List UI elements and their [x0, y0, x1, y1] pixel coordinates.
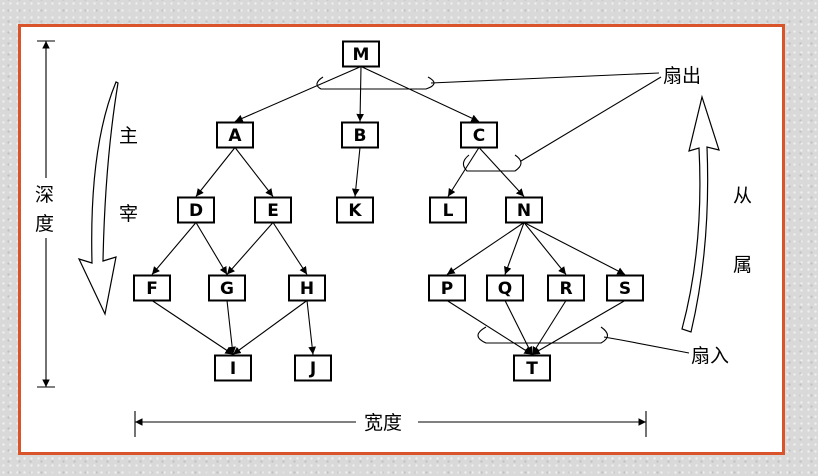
module-label-n: N [517, 201, 531, 221]
structure-chart: 深 度 宽度 主 宰 从 属 扇出 扇入 M A B C D E K L N F G H P Q R S I J T [31, 40, 752, 437]
dominant-arrow [77, 81, 119, 316]
width-label: 宽度 [364, 412, 402, 434]
depth-label-2: 度 [35, 213, 54, 235]
edge-a-d [195, 147, 236, 197]
module-label-q: Q [498, 279, 512, 299]
module-node-k: K [336, 196, 374, 224]
module-node-p: P [428, 274, 466, 302]
module-node-b: B [341, 121, 379, 149]
edge-n-s [523, 222, 626, 275]
fan-in-indicator-t [477, 326, 609, 344]
depth-label-1: 深 [35, 184, 54, 206]
subordinate-label-2: 属 [733, 254, 752, 276]
module-node-t: T [513, 354, 551, 382]
module-node-f: F [133, 274, 171, 302]
module-label-c: C [473, 126, 485, 146]
module-label-i: I [230, 359, 236, 379]
edge-c-l [447, 147, 480, 197]
module-node-j: J [294, 354, 332, 382]
module-node-c: C [460, 121, 498, 149]
module-node-e: E [254, 196, 292, 224]
edges-layer [151, 65, 626, 355]
module-node-n: N [505, 196, 543, 224]
module-node-g: G [208, 274, 246, 302]
edge-p-t [446, 300, 533, 355]
fan-in-label: 扇入 [691, 345, 729, 367]
module-label-p: P [441, 279, 453, 299]
module-label-g: G [220, 279, 234, 299]
edge-h-i [232, 300, 308, 355]
module-label-s: S [619, 279, 631, 299]
edge-f-i [151, 300, 234, 355]
edge-s-t [531, 300, 626, 355]
module-label-m: M [353, 45, 370, 65]
module-node-a: A [216, 121, 254, 149]
module-label-b: B [354, 126, 367, 146]
edge-b-k [351, 147, 361, 197]
module-node-q: Q [486, 274, 524, 302]
edge-e-g [226, 222, 274, 275]
edge-n-q [504, 222, 525, 275]
module-label-a: A [228, 126, 242, 146]
edge-h-j [306, 300, 316, 355]
fan-out-label: 扇出 [663, 65, 701, 87]
diagram-frame: 深 度 宽度 主 宰 从 属 扇出 扇入 M A B C D E K L N F G H P Q R S I J T [18, 24, 785, 455]
module-node-s: S [606, 274, 644, 302]
module-label-r: R [559, 279, 572, 299]
module-node-m: M [342, 40, 380, 68]
module-node-h: H [288, 274, 326, 302]
module-node-l: L [429, 196, 467, 224]
fan-in-leader [603, 336, 690, 354]
nodes-layer: M A B C D E K L N F G H P Q R S I J T [133, 40, 644, 382]
module-label-f: F [146, 279, 158, 299]
module-label-l: L [443, 201, 454, 221]
module-node-r: R [547, 274, 585, 302]
fan-out-indicator-c [462, 154, 522, 172]
fan-out-indicator-m [316, 76, 435, 90]
edge-m-b [356, 66, 364, 122]
fan-out-leader-2 [520, 76, 662, 162]
fan-out-leader-1 [430, 72, 660, 84]
dominant-label-2: 宰 [119, 203, 138, 225]
edge-c-n [478, 147, 525, 197]
module-label-t: T [526, 359, 538, 379]
edge-m-c [360, 66, 480, 122]
edge-d-g [195, 222, 228, 275]
module-node-d: D [177, 196, 215, 224]
edge-e-h [272, 222, 308, 275]
module-label-h: H [300, 279, 314, 299]
subordinate-arrow [681, 94, 720, 333]
edge-r-t [531, 300, 567, 355]
edge-n-p [446, 222, 525, 275]
edge-a-e [234, 147, 274, 197]
edge-m-a [234, 65, 362, 123]
module-label-k: K [348, 201, 362, 221]
module-label-e: E [267, 201, 279, 221]
edge-n-r [523, 222, 567, 275]
edge-g-i [226, 300, 236, 355]
module-label-d: D [189, 201, 203, 221]
edge-d-f [151, 222, 197, 275]
module-label-j: J [309, 359, 316, 379]
dominant-label-1: 主 [119, 125, 138, 147]
subordinate-label-1: 从 [733, 185, 752, 207]
module-node-i: I [214, 354, 252, 382]
